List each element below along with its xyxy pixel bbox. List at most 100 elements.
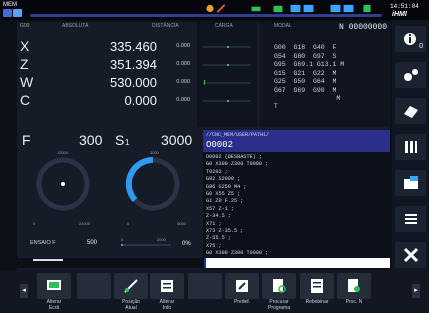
info-doc-icon — [161, 280, 173, 292]
modal-panel: MODAL N 00000000 G00 G18 G40 F G54 G80 G… — [260, 22, 390, 127]
spindle-percent: 0% — [182, 241, 191, 247]
softkey-label: Alterar Ecrã — [46, 299, 62, 311]
feed-value: 300 — [79, 132, 103, 148]
spindle-index: 1 — [125, 138, 130, 147]
motion-code-heading: G00 — [20, 23, 30, 29]
bars-icon — [404, 141, 417, 153]
load-marker — [227, 64, 229, 66]
axis-value: 351.394 — [110, 57, 157, 72]
info-icon — [403, 33, 416, 45]
test-feed-label: ENSAIO F — [30, 240, 56, 246]
screen-icon — [47, 280, 61, 290]
preset-icon — [236, 280, 248, 292]
spindle-bar-min: 0 — [121, 237, 124, 242]
distance-heading: DISTÂNCIA — [152, 23, 179, 29]
status-bar: MEM 14:51:04 iHMI — [0, 0, 429, 20]
command-input[interactable] — [204, 258, 390, 268]
softkey-label: Alterar Info — [159, 299, 175, 311]
softkey-preset[interactable] — [225, 273, 259, 299]
load-bar — [203, 82, 251, 84]
wrench-cross-icon — [403, 247, 418, 263]
mode-indicator-icon — [13, 9, 22, 17]
axis-distance: 0.000 — [176, 97, 190, 103]
softkey-search-program[interactable] — [262, 273, 296, 299]
axis-row: W 530.000 0.000 — [17, 73, 192, 91]
axis-distance: 0.000 — [176, 61, 190, 67]
status-chip-icon — [303, 4, 314, 13]
spindle-bar-max: 2000 — [157, 237, 166, 242]
spindle-load-bar — [121, 244, 171, 246]
softkey-rewind[interactable] — [300, 273, 334, 299]
softkey-prev-button[interactable]: ◂ — [20, 284, 28, 298]
program-panel: //CNC_MEM/USER/PATH1/ O0002 O0002 (DESBA… — [203, 130, 390, 272]
coolant-icon — [251, 6, 261, 12]
status-chip-icon — [330, 4, 341, 13]
network-icon — [273, 5, 283, 13]
feed-gauge-bottom: 24000 — [79, 221, 91, 226]
softkey-empty[interactable] — [77, 273, 111, 299]
search-program-icon — [273, 279, 286, 293]
info-button[interactable]: 0 — [395, 26, 426, 52]
feed-gauge-top: 12000 — [57, 150, 69, 155]
rewind-icon — [311, 279, 323, 293]
axis-value: 0.000 — [124, 93, 157, 108]
axis-name: W — [20, 74, 34, 90]
brand-logo: iHMI — [392, 11, 407, 18]
machine-icon — [403, 106, 418, 118]
search-n-icon — [348, 279, 360, 292]
test-feed-value: 500 — [87, 240, 98, 246]
warning-icon — [206, 4, 214, 13]
modal-codes: G00 G18 G40 F G54 G80 G97 S G95 G69.1 G1… — [274, 44, 345, 102]
softkey-current-position[interactable] — [114, 273, 148, 299]
load-marker — [227, 46, 229, 48]
axis-distance: 0.000 — [176, 43, 190, 49]
softkey-search-n[interactable] — [337, 273, 371, 299]
axis-value: 335.460 — [110, 39, 157, 54]
axis-value: 530.000 — [110, 75, 157, 90]
axis-row: C 0.000 0.000 — [17, 91, 192, 109]
load-marker — [204, 80, 205, 85]
program-listing[interactable]: O0002 (DESBASTE) ; G0 X300 Z300 T0000 ; … — [206, 154, 268, 265]
softkey-label: Proc. N — [345, 299, 363, 305]
alarm-icon — [363, 4, 371, 13]
program-progress-bar — [30, 14, 382, 17]
machine-button[interactable] — [395, 98, 426, 124]
message-line — [33, 259, 63, 261]
spindle-gauge-zero: 0 — [127, 221, 130, 226]
softkey-change-info[interactable] — [150, 273, 184, 299]
softkey-bar: ◂ Alterar Ecrã Posição Atual Alterar Inf… — [0, 270, 429, 313]
mode-indicator-icon — [3, 9, 12, 17]
main-panel: G00 ABSOLUTA DISTÂNCIA X 335.460 0.000 Z… — [17, 22, 390, 272]
absolute-heading: ABSOLUTA — [62, 23, 89, 29]
spindle-label: S — [115, 132, 125, 148]
settings-button[interactable] — [395, 242, 426, 268]
feed-label: F — [22, 132, 31, 148]
spindle-gauge-top: 3000 — [150, 150, 159, 155]
feed-spindle-panel: F 300 S 1 3000 12000 24000 0 3000 0 6000… — [17, 130, 205, 272]
program-name: O0002 — [206, 140, 234, 150]
axis-distance: 0.000 — [176, 79, 190, 85]
mode-label: MEM — [3, 2, 17, 8]
softkey-empty[interactable] — [188, 273, 222, 299]
gears-icon — [403, 69, 418, 81]
badge-count: 0 — [419, 43, 423, 50]
softkey-change-screen[interactable] — [37, 273, 71, 299]
folder-button[interactable] — [395, 170, 426, 196]
load-marker — [227, 100, 229, 102]
tools-button[interactable] — [395, 62, 426, 88]
status-chip-icon — [343, 4, 354, 13]
axis-row: Z 351.394 0.000 — [17, 55, 192, 73]
position-icon — [124, 279, 138, 293]
folder-icon — [403, 176, 418, 189]
program-header: //CNC_MEM/USER/PATH1/ O0002 — [203, 130, 390, 152]
spindle-gauge-max: 6000 — [177, 221, 186, 226]
status-chip-icon — [290, 4, 301, 13]
load-heading: CARGA — [215, 23, 233, 29]
parameters-button[interactable] — [395, 134, 426, 160]
softkey-next-button[interactable]: ▸ — [412, 284, 420, 298]
axis-name: Z — [20, 56, 29, 72]
spindle-value: 3000 — [161, 132, 193, 148]
axis-name: C — [20, 92, 31, 108]
load-panel: CARGA — [197, 22, 257, 127]
list-button[interactable] — [395, 206, 426, 232]
